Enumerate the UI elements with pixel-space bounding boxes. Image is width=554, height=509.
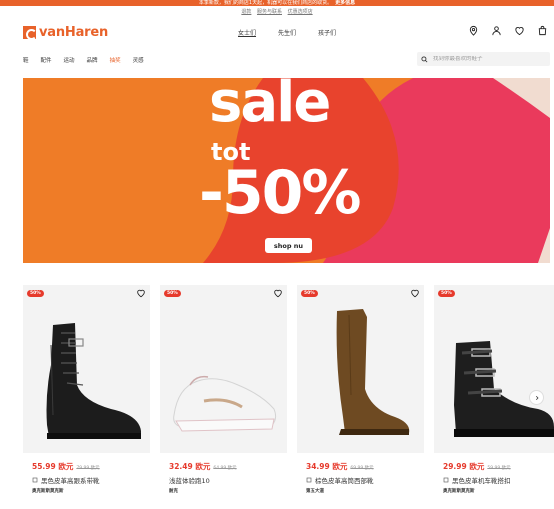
gender-nav: 女士们 先生们 孩子们 <box>238 28 336 37</box>
product-name[interactable]: 黑色皮革机车靴搭扣 <box>452 475 511 485</box>
compare-icon[interactable] <box>306 477 312 483</box>
gender-tab-kids[interactable]: 孩子们 <box>318 28 336 37</box>
product-image-area[interactable]: 50% <box>160 285 287 453</box>
search-bar[interactable] <box>417 52 550 66</box>
service-links: 退款 服务与联系 优惠选项店 <box>0 8 554 15</box>
original-price: 69.99 欧元 <box>350 466 374 471</box>
service-link-refund[interactable]: 退款 <box>241 9 251 15</box>
announcement-text: 本季新款，我们的商店1天起，机器可以在我们商店的取货。 <box>198 0 333 6</box>
logo-text: vanHaren <box>39 25 109 40</box>
product-name-row[interactable]: 黑色皮革机车靴搭扣 <box>443 475 511 485</box>
product-name[interactable]: 浅蓝体验跑10 <box>169 475 210 485</box>
product-name-row[interactable]: 黑色皮革高跟系带靴 <box>32 475 100 485</box>
category-nav: 鞋 配件 运动 品牌 抽奖 灵感 <box>23 56 144 64</box>
sale-price: 34.99 欧元 <box>306 462 348 471</box>
location-pin-icon[interactable] <box>468 25 479 36</box>
product-brand: 耐克 <box>169 489 178 494</box>
announcement-bar: 本季新款，我们的商店1天起，机器可以在我们商店的取货。 更多信息 <box>0 0 554 6</box>
category-shoes[interactable]: 鞋 <box>23 56 29 64</box>
announcement-link[interactable]: 更多信息 <box>335 0 355 6</box>
account-icon[interactable] <box>491 25 502 36</box>
product-price: 32.49 欧元 64.99 欧元 <box>169 461 237 472</box>
search-icon <box>421 55 428 62</box>
gender-tab-men[interactable]: 先生们 <box>278 28 296 37</box>
product-price: 34.99 欧元 69.99 欧元 <box>306 461 374 472</box>
discount-badge: 50% <box>301 290 318 297</box>
product-brand: 奥克斯斯莫克斯 <box>32 489 64 494</box>
product-brand: 奥克斯斯莫克斯 <box>443 489 475 494</box>
gender-tab-women[interactable]: 女士们 <box>238 28 256 37</box>
product-name-row[interactable]: 浅蓝体验跑10 <box>169 475 210 485</box>
category-accessories[interactable]: 配件 <box>41 56 52 64</box>
compare-icon[interactable] <box>32 477 38 483</box>
product-carousel: 50% 55.99 欧元 79.99 欧元 黑色皮革高跟系带靴 奥克斯斯莫克斯 5… <box>23 285 554 509</box>
original-price: 59.99 欧元 <box>487 466 511 471</box>
white-sneaker-image <box>173 375 277 432</box>
banner-headline-percent: -50% <box>199 158 362 228</box>
brown-western-boot-image <box>336 309 410 435</box>
product-name-row[interactable]: 棕色皮革高筒西部靴 <box>306 475 374 485</box>
product-brand: 第五大道 <box>306 489 324 494</box>
sale-price: 29.99 欧元 <box>443 462 485 471</box>
service-link-contact[interactable]: 服务与联系 <box>257 9 282 15</box>
category-sport[interactable]: 运动 <box>64 56 75 64</box>
discount-badge: 50% <box>27 290 44 297</box>
category-brands[interactable]: 品牌 <box>87 56 98 64</box>
logo-mark-icon <box>23 26 37 40</box>
product-image-area[interactable]: 50% <box>434 285 554 453</box>
original-price: 64.99 欧元 <box>213 466 237 471</box>
sale-price: 32.49 欧元 <box>169 462 211 471</box>
header-actions <box>468 25 548 36</box>
banner-headline-sale: sale <box>209 70 331 135</box>
wishlist-heart-icon[interactable] <box>273 288 283 298</box>
wishlist-heart-icon[interactable] <box>136 288 146 298</box>
product-card[interactable]: 50% 32.49 欧元 64.99 欧元 浅蓝体验跑10 耐克 <box>160 285 287 509</box>
black-biker-boot-image <box>454 341 554 437</box>
product-name[interactable]: 棕色皮革高筒西部靴 <box>315 475 374 485</box>
product-price: 55.99 欧元 79.99 欧元 <box>32 461 100 472</box>
category-sale[interactable]: 抽奖 <box>110 56 121 64</box>
wishlist-heart-icon[interactable] <box>410 288 420 298</box>
product-card[interactable]: 50% 55.99 欧元 79.99 欧元 黑色皮革高跟系带靴 奥克斯斯莫克斯 <box>23 285 150 509</box>
carousel-next-button[interactable] <box>529 390 544 405</box>
brand-logo[interactable]: vanHaren <box>23 25 108 40</box>
product-image-area[interactable]: 50% <box>23 285 150 453</box>
shop-now-button[interactable]: shop nu <box>265 238 312 253</box>
product-card[interactable]: 50% 34.99 欧元 69.99 欧元 棕色皮革高筒西部靴 第五大道 <box>297 285 424 509</box>
product-image-area[interactable]: 50% <box>297 285 424 453</box>
product-name[interactable]: 黑色皮革高跟系带靴 <box>41 475 100 485</box>
sale-price: 55.99 欧元 <box>32 462 74 471</box>
heart-icon[interactable] <box>514 25 525 36</box>
black-combat-boot-image <box>46 323 141 439</box>
discount-badge: 50% <box>164 290 181 297</box>
bag-icon[interactable] <box>537 25 548 36</box>
search-input[interactable] <box>433 56 543 62</box>
product-price: 29.99 欧元 59.99 欧元 <box>443 461 511 472</box>
chevron-right-icon <box>535 395 539 400</box>
original-price: 79.99 欧元 <box>76 466 100 471</box>
discount-badge: 50% <box>438 290 455 297</box>
compare-icon[interactable] <box>443 477 449 483</box>
service-link-stores[interactable]: 优惠选项店 <box>288 9 313 15</box>
category-inspiration[interactable]: 灵感 <box>133 56 144 64</box>
